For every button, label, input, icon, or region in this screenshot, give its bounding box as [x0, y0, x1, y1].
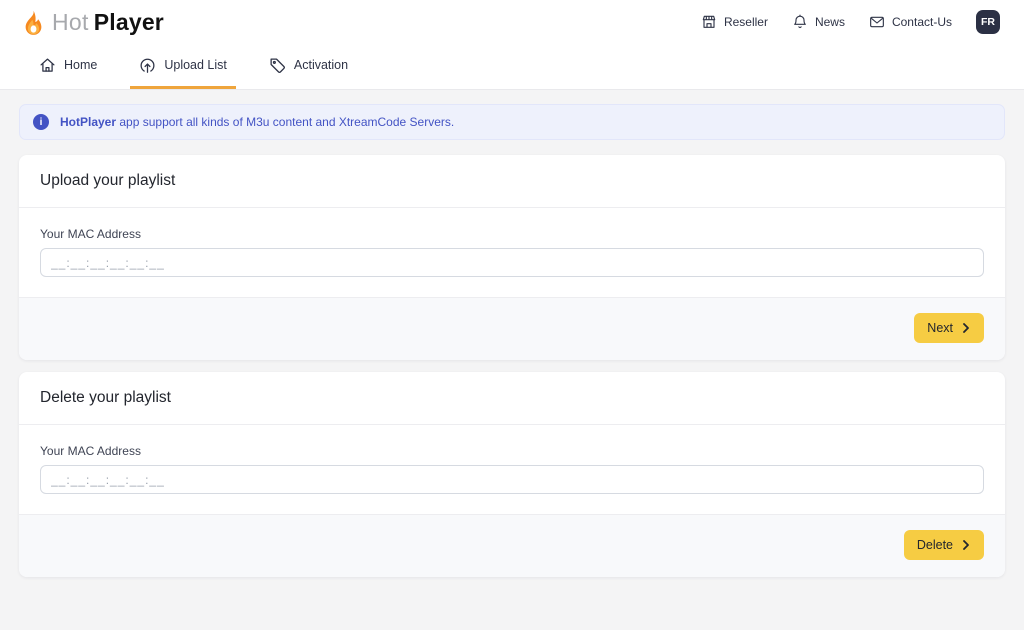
delete-mac-input[interactable]	[40, 465, 984, 494]
delete-card-footer: Delete	[19, 514, 1005, 577]
upload-playlist-card: Upload your playlist Your MAC Address Ne…	[19, 155, 1005, 360]
reseller-label: Reseller	[724, 15, 768, 29]
contact-us-link[interactable]: Contact-Us	[869, 14, 952, 30]
info-alert: i HotPlayer app support all kinds of M3u…	[19, 104, 1005, 140]
next-button-label: Next	[927, 321, 953, 335]
nav-activation-label: Activation	[294, 58, 348, 72]
bell-icon	[792, 14, 808, 30]
news-label: News	[815, 15, 845, 29]
main-content: i HotPlayer app support all kinds of M3u…	[0, 90, 1024, 603]
contact-us-label: Contact-Us	[892, 15, 952, 29]
chevron-right-icon	[961, 540, 971, 550]
delete-card-title: Delete your playlist	[19, 372, 1005, 425]
next-button[interactable]: Next	[914, 313, 984, 343]
nav-home-label: Home	[64, 58, 97, 72]
upload-mac-label: Your MAC Address	[40, 227, 984, 241]
nav-item-home[interactable]: Home	[30, 44, 106, 89]
news-link[interactable]: News	[792, 14, 845, 30]
delete-mac-label: Your MAC Address	[40, 444, 984, 458]
storefront-icon	[701, 14, 717, 30]
language-badge[interactable]: FR	[976, 10, 1000, 34]
upload-mac-input[interactable]	[40, 248, 984, 277]
alert-text: HotPlayer app support all kinds of M3u c…	[60, 115, 454, 129]
app-header: Hot Player Reseller News	[0, 0, 1024, 44]
delete-button[interactable]: Delete	[904, 530, 984, 560]
upload-icon	[139, 57, 156, 74]
nav-item-upload-list[interactable]: Upload List	[130, 44, 236, 89]
brand-name-light: Hot	[52, 9, 89, 36]
upload-card-footer: Next	[19, 297, 1005, 360]
header-links: Reseller News Contact-Us FR	[701, 10, 1000, 34]
flame-icon	[20, 9, 47, 36]
chevron-right-icon	[961, 323, 971, 333]
reseller-link[interactable]: Reseller	[701, 14, 768, 30]
brand-logo[interactable]: Hot Player	[20, 9, 164, 36]
alert-text-rest: app support all kinds of M3u content and…	[116, 115, 454, 129]
delete-button-label: Delete	[917, 538, 953, 552]
main-nav: Home Upload List Activation	[0, 44, 1024, 90]
nav-item-activation[interactable]: Activation	[260, 44, 357, 89]
brand-name-bold: Player	[94, 9, 164, 36]
delete-playlist-card: Delete your playlist Your MAC Address De…	[19, 372, 1005, 577]
alert-text-bold: HotPlayer	[60, 115, 116, 129]
nav-upload-list-label: Upload List	[164, 58, 227, 72]
envelope-icon	[869, 14, 885, 30]
tag-icon	[269, 57, 286, 74]
home-icon	[39, 57, 56, 74]
delete-card-body: Your MAC Address	[19, 425, 1005, 514]
info-icon: i	[33, 114, 49, 130]
upload-card-body: Your MAC Address	[19, 208, 1005, 297]
upload-card-title: Upload your playlist	[19, 155, 1005, 208]
